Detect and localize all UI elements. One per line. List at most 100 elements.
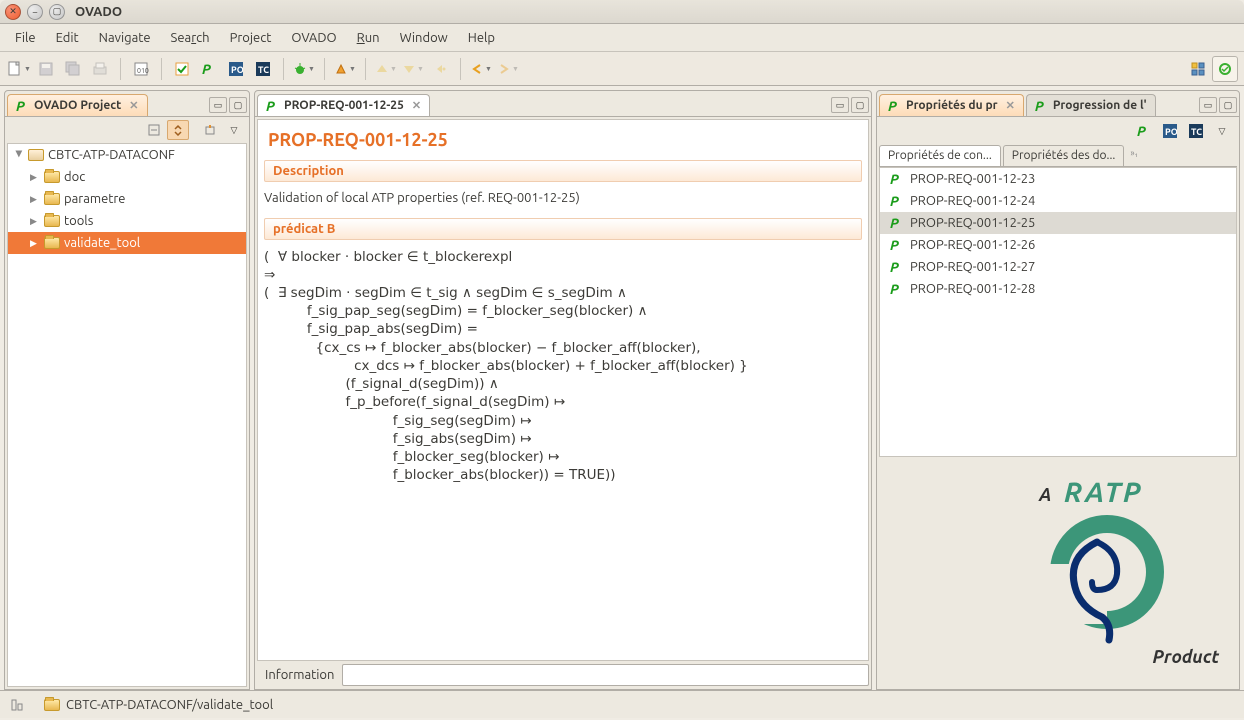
tab-progression[interactable]: P Progression de l' [1026, 94, 1156, 116]
menu-navigate[interactable]: Navigate [90, 27, 160, 49]
twisty-icon[interactable]: ▶ [30, 194, 40, 205]
property-list-label: PROP-REQ-001-12-28 [910, 282, 1035, 296]
property-list[interactable]: PPROP-REQ-001-12-23PPROP-REQ-001-12-24PP… [879, 167, 1237, 457]
focus-task-button[interactable] [199, 120, 221, 140]
property-icon: P [890, 259, 904, 275]
menu-window[interactable]: Window [391, 27, 457, 49]
tab-editor[interactable]: P PROP-REQ-001-12-25 ✕ [257, 94, 430, 116]
minimize-pane-button[interactable]: ▭ [1199, 97, 1217, 113]
maximize-pane-button[interactable]: ▢ [229, 97, 247, 113]
link-editor-button[interactable] [167, 120, 189, 140]
save-all-button [60, 56, 86, 82]
property-icon: P [890, 237, 904, 253]
close-window-button[interactable]: ✕ [5, 4, 21, 20]
project-tree[interactable]: ▶ CBTC-ATP-DATACONF ▶ doc ▶ parametre ▶ … [7, 143, 247, 687]
tc-button[interactable]: TC [1185, 121, 1207, 141]
tree-root[interactable]: ▶ CBTC-ATP-DATACONF [8, 144, 246, 166]
menu-file[interactable]: File [6, 27, 45, 49]
back-button[interactable]: ▼ [468, 56, 494, 82]
property-list-item[interactable]: P PROP-REQ-001-12-24 [880, 190, 1236, 212]
tree-label: validate_tool [64, 236, 140, 250]
property-icon: P [890, 193, 904, 209]
maximize-window-button[interactable]: ▢ [49, 4, 65, 20]
launch-button[interactable]: ▼ [332, 56, 358, 82]
folder-icon [44, 193, 60, 205]
twisty-icon[interactable]: ▶ [30, 172, 40, 183]
property-icon: P [266, 98, 280, 114]
property-icon: P [890, 215, 904, 231]
tab-label: Progression de l' [1053, 99, 1147, 112]
tree-item-validate-tool[interactable]: ▶ validate_tool [8, 232, 246, 254]
collapse-all-button[interactable] [143, 120, 165, 140]
check-button[interactable] [169, 56, 195, 82]
tree-item-tools[interactable]: ▶ tools [8, 210, 246, 232]
po-button[interactable]: PO [1159, 121, 1181, 141]
predicate-code[interactable]: ( ∀ blocker · blocker ∈ t_blockerexpl ⇒ … [258, 242, 868, 491]
view-menu-button[interactable]: ▽ [1211, 121, 1233, 141]
tab-properties-project[interactable]: P Propriétés du pr ✕ [879, 94, 1024, 116]
minimize-window-button[interactable]: – [27, 4, 43, 20]
binary-button[interactable]: 010 [128, 56, 154, 82]
maximize-pane-button[interactable]: ▢ [1219, 97, 1237, 113]
tree-item-doc[interactable]: ▶ doc [8, 166, 246, 188]
menu-project[interactable]: Project [221, 27, 281, 49]
twisty-icon[interactable]: ▶ [14, 150, 25, 160]
twisty-icon[interactable]: ▶ [30, 216, 40, 227]
subtab-data-properties[interactable]: Propriétés des do... [1003, 145, 1125, 166]
property-icon: P [890, 281, 904, 297]
logo-ratp: RATP [1064, 477, 1143, 508]
close-tab-icon[interactable]: ✕ [129, 99, 138, 112]
editor-title: PROP-REQ-001-12-25 [258, 120, 868, 156]
tab-ovado-project[interactable]: P OVADO Project ✕ [7, 94, 148, 116]
property-list-item[interactable]: P PROP-REQ-001-12-26 [880, 234, 1236, 256]
menu-ovado[interactable]: OVADO [282, 27, 345, 49]
folder-icon [44, 237, 60, 249]
prove-button[interactable]: P [196, 56, 222, 82]
forward-button: ▼ [495, 56, 521, 82]
section-description-header: Description [264, 160, 862, 182]
tree-label: CBTC-ATP-DATACONF [48, 148, 175, 162]
status-icon[interactable] [8, 696, 26, 714]
perspective-button[interactable] [1185, 56, 1211, 82]
minimize-pane-button[interactable]: ▭ [209, 97, 227, 113]
editor-pane: P PROP-REQ-001-12-25 ✕ ▭ ▢ PROP-REQ-001-… [254, 90, 872, 690]
info-field[interactable] [342, 664, 869, 686]
property-list-item[interactable]: P PROP-REQ-001-12-28 [880, 278, 1236, 300]
property-list-item[interactable]: PPROP-REQ-001-12-23 [880, 168, 1236, 190]
property-list-label: PROP-REQ-001-12-25 [910, 216, 1035, 230]
project-icon: P [16, 98, 30, 114]
more-tabs-label[interactable]: »₁ [1126, 145, 1141, 161]
tab-label: Propriétés du pr [906, 99, 998, 112]
menu-edit[interactable]: Edit [47, 27, 88, 49]
close-tab-icon[interactable]: ✕ [1006, 99, 1015, 112]
property-list-item[interactable]: P PROP-REQ-001-12-25 [880, 212, 1236, 234]
logo-a: A [1039, 485, 1052, 505]
view-menu-button[interactable]: ▽ [223, 120, 245, 140]
tree-item-parametre[interactable]: ▶ parametre [8, 188, 246, 210]
svg-text:PO: PO [1165, 127, 1177, 137]
logo-product: Product [1152, 647, 1219, 667]
bug-button[interactable]: ▼ [291, 56, 317, 82]
status-path: CBTC-ATP-DATACONF/validate_tool [44, 698, 273, 712]
minimize-pane-button[interactable]: ▭ [831, 97, 849, 113]
property-list-label: PROP-REQ-001-12-24 [910, 194, 1035, 208]
menu-run[interactable]: Run [348, 27, 389, 49]
property-list-label: PROP-REQ-001-12-26 [910, 238, 1035, 252]
subtab-conf-properties[interactable]: Propriétés de con... [879, 145, 1001, 166]
svg-text:010: 010 [137, 67, 149, 75]
print-button [87, 56, 113, 82]
property-list-item[interactable]: PPROP-REQ-001-12-27 [880, 256, 1236, 278]
close-tab-icon[interactable]: ✕ [412, 99, 421, 112]
ratp-logo-icon [1047, 512, 1187, 652]
menu-search[interactable]: Search [162, 27, 219, 49]
tc-button[interactable]: TC [250, 56, 276, 82]
folder-icon [44, 699, 60, 711]
po-button[interactable]: PO [223, 56, 249, 82]
prove-button[interactable]: P [1133, 121, 1155, 141]
twisty-icon[interactable]: ▶ [30, 238, 40, 249]
section-predicate-header: prédicat B [264, 218, 862, 240]
maximize-pane-button[interactable]: ▢ [851, 97, 869, 113]
perspective-green-button[interactable] [1212, 56, 1238, 82]
new-button[interactable]: ▼ [6, 56, 32, 82]
menu-help[interactable]: Help [459, 27, 504, 49]
